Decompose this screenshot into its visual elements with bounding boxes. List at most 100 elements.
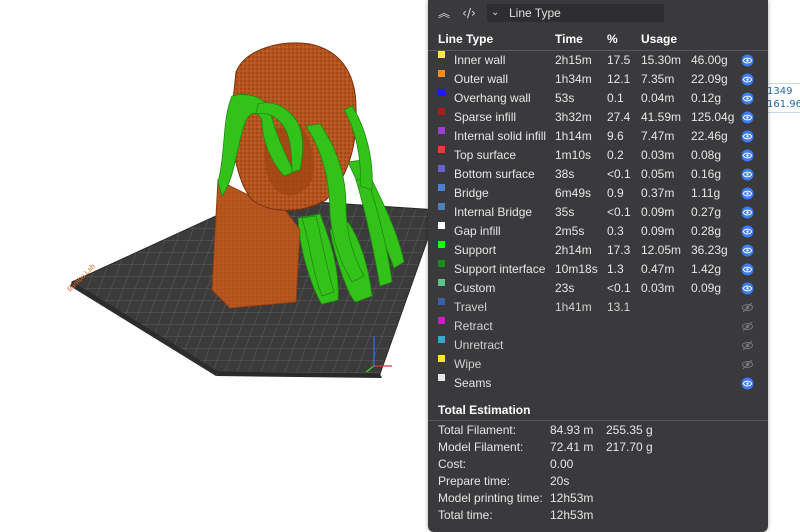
estimation-row: Model printing time: 12h53m: [428, 490, 768, 507]
line-type-name: Retract: [454, 319, 493, 333]
eye-off-icon[interactable]: [741, 320, 754, 333]
line-type-percent: <0.1: [607, 281, 631, 295]
view-type-selected: Line Type: [509, 6, 561, 20]
eye-off-icon[interactable]: [741, 339, 754, 352]
legend-row[interactable]: Internal Bridge 35s <0.1 0.09m 0.27g: [428, 203, 768, 222]
legend-row[interactable]: Overhang wall 53s 0.1 0.04m 0.12g: [428, 89, 768, 108]
color-swatch: [438, 374, 445, 381]
double-chevron-up-icon[interactable]: ︽: [435, 4, 453, 22]
estimation-label: Cost:: [438, 457, 467, 471]
line-type-weight: 22.09g: [691, 72, 728, 86]
eye-icon[interactable]: [741, 168, 754, 181]
legend-row[interactable]: Bottom surface 38s <0.1 0.05m 0.16g: [428, 165, 768, 184]
legend-row[interactable]: Travel 1h41m 13.1: [428, 298, 768, 317]
line-type-time: 1m10s: [555, 148, 592, 162]
coordinate-readout-x: 1349: [767, 86, 793, 97]
legend-row[interactable]: Sparse infill 3h32m 27.4 41.59m 125.04g: [428, 108, 768, 127]
color-swatch: [438, 184, 445, 191]
eye-icon[interactable]: [741, 92, 754, 105]
line-type-length: 0.03m: [641, 281, 675, 295]
line-type-weight: 0.12g: [691, 91, 722, 105]
line-type-weight: 0.28g: [691, 224, 722, 238]
estimation-row: Cost: 0.00: [428, 456, 768, 473]
view-type-dropdown[interactable]: ⌄ Line Type: [487, 4, 664, 22]
legend-row[interactable]: Internal solid infill 1h14m 9.6 7.47m 22.46g: [428, 127, 768, 146]
estimation-value: 12h53m: [550, 491, 594, 505]
line-type-percent: 17.3: [607, 243, 631, 257]
line-type-weight: 22.46g: [691, 129, 728, 143]
line-type-percent: 1.3: [607, 262, 624, 276]
legend-row[interactable]: Inner wall 2h15m 17.5 15.30m 46.00g: [428, 51, 768, 70]
eye-icon[interactable]: [741, 263, 754, 276]
line-type-name: Internal solid infill: [454, 129, 547, 143]
estimation-value: 84.93 m: [550, 423, 594, 437]
total-estimation-title: Total Estimation: [438, 403, 531, 417]
line-type-name: Travel: [454, 300, 487, 314]
legend-table-header: Line Type Time % Usage: [428, 32, 768, 48]
estimation-value-secondary: 217.70 g: [606, 440, 653, 454]
line-type-name: Custom: [454, 281, 496, 295]
line-type-time: 6m49s: [555, 186, 592, 200]
code-brackets-icon[interactable]: ‹/›: [460, 4, 478, 22]
estimation-row: Prepare time: 20s: [428, 473, 768, 490]
legend-row[interactable]: Custom 23s <0.1 0.03m 0.09g: [428, 279, 768, 298]
line-type-time: 1h41m: [555, 300, 592, 314]
estimation-value: 72.41 m: [550, 440, 594, 454]
line-type-name: Inner wall: [454, 53, 506, 67]
color-swatch: [438, 317, 445, 324]
estimation-label: Total Filament:: [438, 423, 517, 437]
legend-row[interactable]: Seams: [428, 374, 768, 393]
line-type-weight: 0.08g: [691, 148, 722, 162]
coordinate-readout-y: 161.96: [767, 99, 800, 110]
legend-row[interactable]: Top surface 1m10s 0.2 0.03m 0.08g: [428, 146, 768, 165]
line-type-name: Support interface: [454, 262, 546, 276]
line-type-percent: 17.5: [607, 53, 631, 67]
color-swatch: [438, 336, 445, 343]
estimation-label: Model printing time:: [438, 491, 543, 505]
eye-icon[interactable]: [741, 111, 754, 124]
eye-icon[interactable]: [741, 225, 754, 238]
legend-row[interactable]: Retract: [428, 317, 768, 336]
line-type-weight: 1.42g: [691, 262, 722, 276]
eye-icon[interactable]: [741, 206, 754, 219]
eye-off-icon[interactable]: [741, 358, 754, 371]
header-time: Time: [555, 32, 583, 46]
line-type-name: Unretract: [454, 338, 504, 352]
estimation-row: Total Filament: 84.93 m 255.35 g: [428, 422, 768, 439]
line-type-weight: 125.04g: [691, 110, 735, 124]
eye-icon[interactable]: [741, 282, 754, 295]
estimation-row: Model Filament: 72.41 m 217.70 g: [428, 439, 768, 456]
eye-icon[interactable]: [741, 130, 754, 143]
color-swatch: [438, 165, 445, 172]
estimation-value-secondary: 255.35 g: [606, 423, 653, 437]
legend-row[interactable]: Unretract: [428, 336, 768, 355]
legend-row[interactable]: Gap infill 2m5s 0.3 0.09m 0.28g: [428, 222, 768, 241]
estimation-divider: [428, 420, 768, 421]
color-swatch: [438, 89, 445, 96]
legend-row[interactable]: Bridge 6m49s 0.9 0.37m 1.11g: [428, 184, 768, 203]
legend-toolbar: ︽ ‹/› ⌄ Line Type: [428, 0, 768, 26]
color-swatch: [438, 222, 445, 229]
header-line-type: Line Type: [438, 32, 494, 46]
color-swatch: [438, 146, 445, 153]
eye-icon[interactable]: [741, 149, 754, 162]
eye-icon[interactable]: [741, 244, 754, 257]
eye-off-icon[interactable]: [741, 301, 754, 314]
line-type-length: 15.30m: [641, 53, 682, 67]
line-type-weight: 0.09g: [691, 281, 722, 295]
line-type-length: 0.37m: [641, 186, 675, 200]
legend-row[interactable]: Support interface 10m18s 1.3 0.47m 1.42g: [428, 260, 768, 279]
legend-row[interactable]: Outer wall 1h34m 12.1 7.35m 22.09g: [428, 70, 768, 89]
line-type-time: 23s: [555, 281, 575, 295]
line-type-length: 0.09m: [641, 224, 675, 238]
legend-row[interactable]: Support 2h14m 17.3 12.05m 36.23g: [428, 241, 768, 260]
eye-icon[interactable]: [741, 73, 754, 86]
eye-icon[interactable]: [741, 377, 754, 390]
eye-icon[interactable]: [741, 187, 754, 200]
estimation-label: Prepare time:: [438, 474, 511, 488]
line-type-time: 35s: [555, 205, 575, 219]
line-type-length: 12.05m: [641, 243, 682, 257]
line-type-percent: 9.6: [607, 129, 624, 143]
eye-icon[interactable]: [741, 54, 754, 67]
legend-row[interactable]: Wipe: [428, 355, 768, 374]
